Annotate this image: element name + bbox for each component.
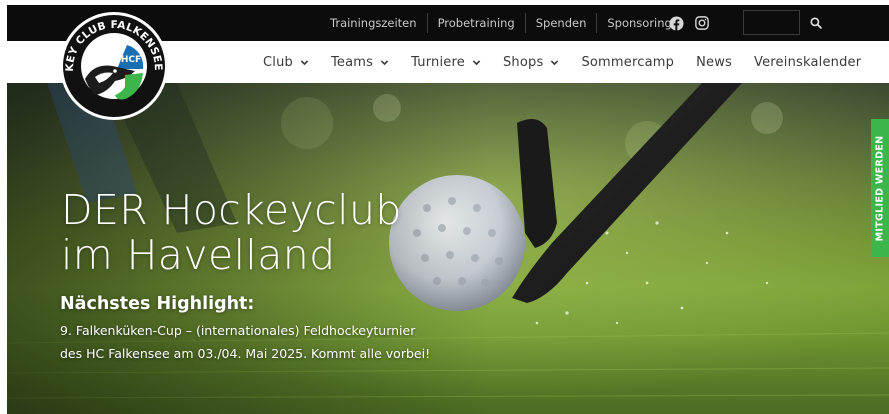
join-club-tab-label: MITGLIED WERDEN: [874, 135, 886, 241]
nav-item-shops[interactable]: Shops: [503, 55, 559, 70]
facebook-icon[interactable]: [667, 14, 685, 32]
nav-item-label: Turniere: [411, 54, 465, 70]
top-link-trainingszeiten[interactable]: Trainingszeiten: [320, 13, 428, 33]
search-input[interactable]: [743, 10, 800, 35]
nav-item-label: News: [696, 54, 733, 70]
search-icon[interactable]: [807, 14, 825, 32]
nav-item-vereinskalender[interactable]: Vereinskalender: [754, 55, 861, 70]
join-club-tab[interactable]: MITGLIED WERDEN: [871, 119, 889, 257]
nav-item-news[interactable]: News: [696, 55, 732, 70]
nav-item-label: Club: [263, 54, 293, 70]
logo-badge: HCF: [121, 55, 141, 65]
hero-subtitle: Nächstes Highlight:: [60, 294, 255, 314]
hero-text: 9. Falkenküken-Cup – (internationales) F…: [60, 319, 480, 365]
nav-item-club[interactable]: Club: [263, 55, 309, 70]
hero-banner: DER Hockeyclub im Havelland Nächstes Hig…: [7, 83, 889, 414]
hero-text-line2: des HC Falkensee am 03./04. Mai 2025. Ko…: [60, 346, 431, 361]
hero-text-line1: 9. Falkenküken-Cup – (internationales) F…: [60, 323, 416, 338]
instagram-icon[interactable]: [693, 14, 711, 32]
nav-item-label: Shops: [502, 54, 544, 70]
nav-items: Club Teams Turniere Shops Sommercamp New…: [263, 41, 883, 83]
top-links: Trainingszeiten Probetraining Spenden Sp…: [320, 5, 682, 41]
nav-item-teams[interactable]: Teams: [331, 55, 389, 70]
chevron-down-icon: [551, 59, 559, 65]
nav-item-turniere[interactable]: Turniere: [411, 55, 481, 70]
hero-title-line1: DER Hockeyclub: [61, 186, 402, 234]
nav-item-label: Teams: [330, 54, 374, 70]
chevron-down-icon: [300, 59, 309, 65]
top-link-spenden[interactable]: Spenden: [526, 13, 598, 33]
top-link-probetraining[interactable]: Probetraining: [428, 13, 526, 33]
chevron-down-icon: [380, 59, 389, 65]
nav-item-sommercamp[interactable]: Sommercamp: [581, 55, 674, 70]
club-logo[interactable]: HOCKEY CLUB FALKENSEE e.V. HCF: [55, 9, 173, 121]
chevron-down-icon: [472, 59, 481, 65]
nav-item-label: Sommercamp: [581, 54, 675, 70]
hero-title-line2: im Havelland: [61, 231, 336, 279]
nav-item-label: Vereinskalender: [754, 54, 862, 70]
hero-title: DER Hockeyclub im Havelland: [61, 188, 402, 278]
